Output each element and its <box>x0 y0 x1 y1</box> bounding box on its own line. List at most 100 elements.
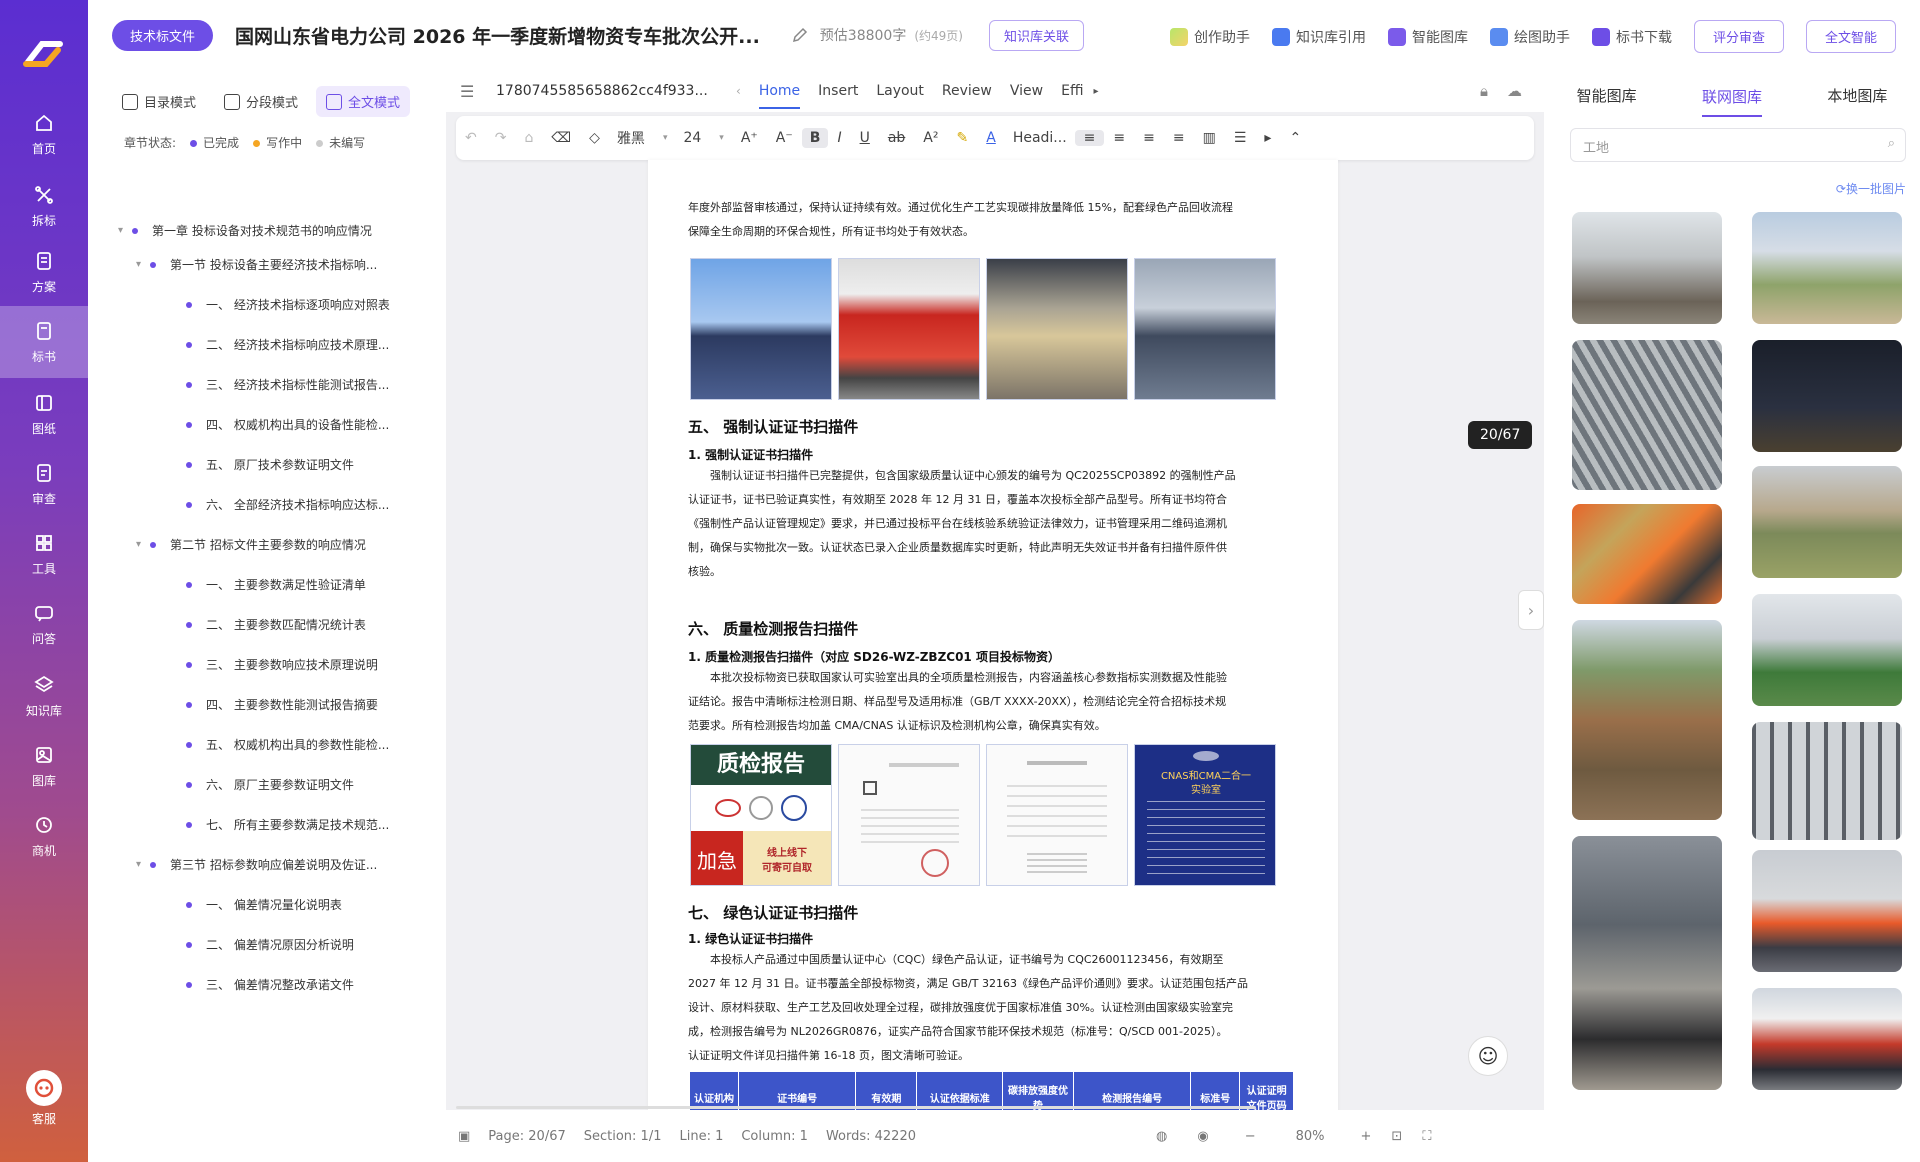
outline-item[interactable]: 二、 主要参数匹配情况统计表 <box>186 616 366 633</box>
tab-effi[interactable]: Effi <box>1061 83 1083 99</box>
rail-item-1[interactable]: 拆标 <box>0 170 88 242</box>
rail-item-7[interactable]: 问答 <box>0 588 88 660</box>
align-left-icon[interactable]: ≡ <box>1074 130 1105 146</box>
mode-outline[interactable]: 目录模式 <box>112 86 206 117</box>
outline-chapter[interactable]: ▾ 第一节 投标设备主要经济技术指标响... <box>136 256 377 273</box>
outline-item[interactable]: 六、 全部经济技术指标响应达标... <box>186 496 389 513</box>
highlight-icon[interactable]: ✎ <box>948 130 978 146</box>
grow-font-icon[interactable]: A⁺ <box>732 130 767 146</box>
outline-item[interactable]: 五、 原厂技术参数证明文件 <box>186 456 354 473</box>
gallery-thumb[interactable] <box>1752 466 1902 578</box>
size-select[interactable]: 24 ▾ <box>675 128 731 148</box>
gallery-thumb[interactable] <box>1752 722 1902 840</box>
globe-icon[interactable]: ◍ <box>1156 1129 1167 1144</box>
justify-icon[interactable]: ≡ <box>1164 130 1194 146</box>
gallery-thumb[interactable] <box>1752 850 1902 972</box>
outline-item[interactable]: 二、 经济技术指标响应技术原理... <box>186 336 389 353</box>
gallery-thumb[interactable] <box>1572 620 1722 820</box>
outline-chapter[interactable]: ▾ 第三节 招标参数响应偏差说明及佐证... <box>136 856 377 873</box>
gallery-thumb[interactable] <box>1572 504 1722 604</box>
tab-home[interactable]: Home <box>758 83 801 109</box>
align-right-icon[interactable]: ≡ <box>1134 130 1164 146</box>
mode-fulltext[interactable]: 全文模式 <box>316 86 411 117</box>
full-check-button[interactable]: 全文智能 <box>1805 20 1896 53</box>
redo-icon[interactable]: ↷ <box>486 130 516 146</box>
outline-item[interactable]: 三、 主要参数响应技术原理说明 <box>186 656 378 673</box>
undo-icon[interactable]: ↶ <box>456 130 486 146</box>
rail-item-4[interactable]: 图纸 <box>0 378 88 450</box>
tab-scroll-right-icon[interactable]: ▸ <box>1093 86 1098 97</box>
outline-chapter[interactable]: ▾ 第一章 投标设备对技术规范书的响应情况 <box>118 222 372 239</box>
chevron-down-icon[interactable]: ▾ <box>136 859 150 870</box>
eye-icon[interactable]: ◉ <box>1197 1129 1208 1144</box>
outline-item[interactable]: 一、 经济技术指标逐项响应对照表 <box>186 296 390 313</box>
doc-stats-icon[interactable]: ▣ <box>458 1129 470 1144</box>
tab-view[interactable]: View <box>1010 83 1043 99</box>
tab-local-gallery[interactable]: 本地图库 <box>1827 85 1887 106</box>
customer-service-button[interactable]: 客服 <box>24 1070 64 1130</box>
doc-type-badge[interactable]: 技术标文件 <box>112 19 214 51</box>
zoom-out-icon[interactable]: − <box>1245 1129 1256 1144</box>
rail-item-9[interactable]: 图库 <box>0 730 88 802</box>
kb-link-button[interactable]: 知识库关联 <box>988 19 1084 51</box>
collapse-icon[interactable]: ⌃ <box>1280 130 1310 146</box>
chevron-down-icon[interactable]: ▾ <box>118 225 132 236</box>
outline-chapter[interactable]: ▾ 第二节 招标文件主要参数的响应情况 <box>136 536 366 553</box>
outline-item[interactable]: 一、 主要参数满足性验证清单 <box>186 576 366 593</box>
font-select[interactable]: 雅黑 ▾ <box>609 126 676 150</box>
gallery-thumb[interactable] <box>1572 340 1722 490</box>
fit-page-icon[interactable]: ⊡ <box>1391 1129 1402 1144</box>
chevron-down-icon[interactable]: ▾ <box>136 539 150 550</box>
gallery-thumb[interactable] <box>1752 212 1902 324</box>
menu-icon[interactable]: ☰ <box>460 82 474 101</box>
zoom-in-icon[interactable]: + <box>1361 1129 1372 1144</box>
gallery-thumb[interactable] <box>1752 594 1902 706</box>
rail-item-3[interactable]: 标书 <box>0 306 88 378</box>
smart-gallery-button[interactable]: 智能图库 <box>1387 27 1468 47</box>
drawing-assistant-button[interactable]: 绘图助手 <box>1489 27 1570 47</box>
rail-item-2[interactable]: 方案 <box>0 236 88 308</box>
chevron-down-icon[interactable]: ▾ <box>136 259 150 270</box>
search-icon[interactable]: ⌕ <box>1888 136 1895 151</box>
writing-assistant-button[interactable]: 创作助手 <box>1169 27 1250 47</box>
gallery-thumb[interactable] <box>1752 988 1902 1090</box>
more-icon[interactable]: ▸ <box>1255 130 1280 146</box>
shrink-font-icon[interactable]: A⁻ <box>767 130 802 146</box>
rail-item-0[interactable]: 首页 <box>0 98 88 170</box>
ai-assistant-button[interactable]: ☺ <box>1468 1036 1508 1076</box>
zoom-value[interactable]: 80% <box>1296 1129 1325 1144</box>
outline-item[interactable]: 五、 权威机构出具的参数性能检... <box>186 736 389 753</box>
rail-item-8[interactable]: 知识库 <box>0 660 88 732</box>
gallery-thumb[interactable] <box>1752 340 1902 452</box>
document-page[interactable]: 年度外部监督审核通过，保持认证持续有效。通过优化生产工艺实现碳排放量降低 15%… <box>648 160 1338 1160</box>
tab-review[interactable]: Review <box>942 83 992 99</box>
rail-item-10[interactable]: 商机 <box>0 800 88 872</box>
gallery-thumb[interactable] <box>1572 836 1722 1090</box>
tab-insert[interactable]: Insert <box>818 83 858 99</box>
tab-layout[interactable]: Layout <box>876 83 924 99</box>
lock-icon[interactable]: 🔒︎ <box>1480 82 1488 100</box>
score-review-button[interactable]: 评分审查 <box>1693 20 1784 53</box>
bold-icon[interactable]: B <box>801 128 829 148</box>
edit-icon[interactable] <box>790 25 810 45</box>
superscript-icon[interactable]: A² <box>914 130 947 146</box>
status-page[interactable]: Page: 20/67 <box>488 1129 565 1144</box>
clear-format-icon[interactable]: ⌫ <box>542 130 580 146</box>
download-button[interactable]: 标书下载 <box>1591 27 1672 47</box>
eraser-icon[interactable]: ◇ <box>580 130 609 146</box>
italic-icon[interactable]: I <box>828 130 850 146</box>
tab-smart-gallery[interactable]: 智能图库 <box>1577 85 1637 106</box>
fullscreen-icon[interactable]: ⛶ <box>1422 1129 1431 1144</box>
outline-item[interactable]: 一、 偏差情况量化说明表 <box>186 896 342 913</box>
outline-item[interactable]: 三、 偏差情况整改承诺文件 <box>186 976 354 993</box>
underline-icon[interactable]: U <box>851 130 879 146</box>
expand-panel-button[interactable]: › <box>1518 590 1544 630</box>
horizontal-scrollbar[interactable] <box>456 1106 1256 1109</box>
style-select[interactable]: Headi... <box>1005 128 1075 148</box>
cloud-icon[interactable]: ☁ <box>1507 82 1522 100</box>
align-center-icon[interactable]: ≡ <box>1104 130 1134 146</box>
outline-item[interactable]: 七、 所有主要参数满足技术规范... <box>186 816 389 833</box>
line-spacing-icon[interactable]: ☰ <box>1225 130 1256 146</box>
columns-icon[interactable]: ▥ <box>1194 130 1225 146</box>
tab-web-gallery[interactable]: 联网图库 <box>1701 86 1762 117</box>
